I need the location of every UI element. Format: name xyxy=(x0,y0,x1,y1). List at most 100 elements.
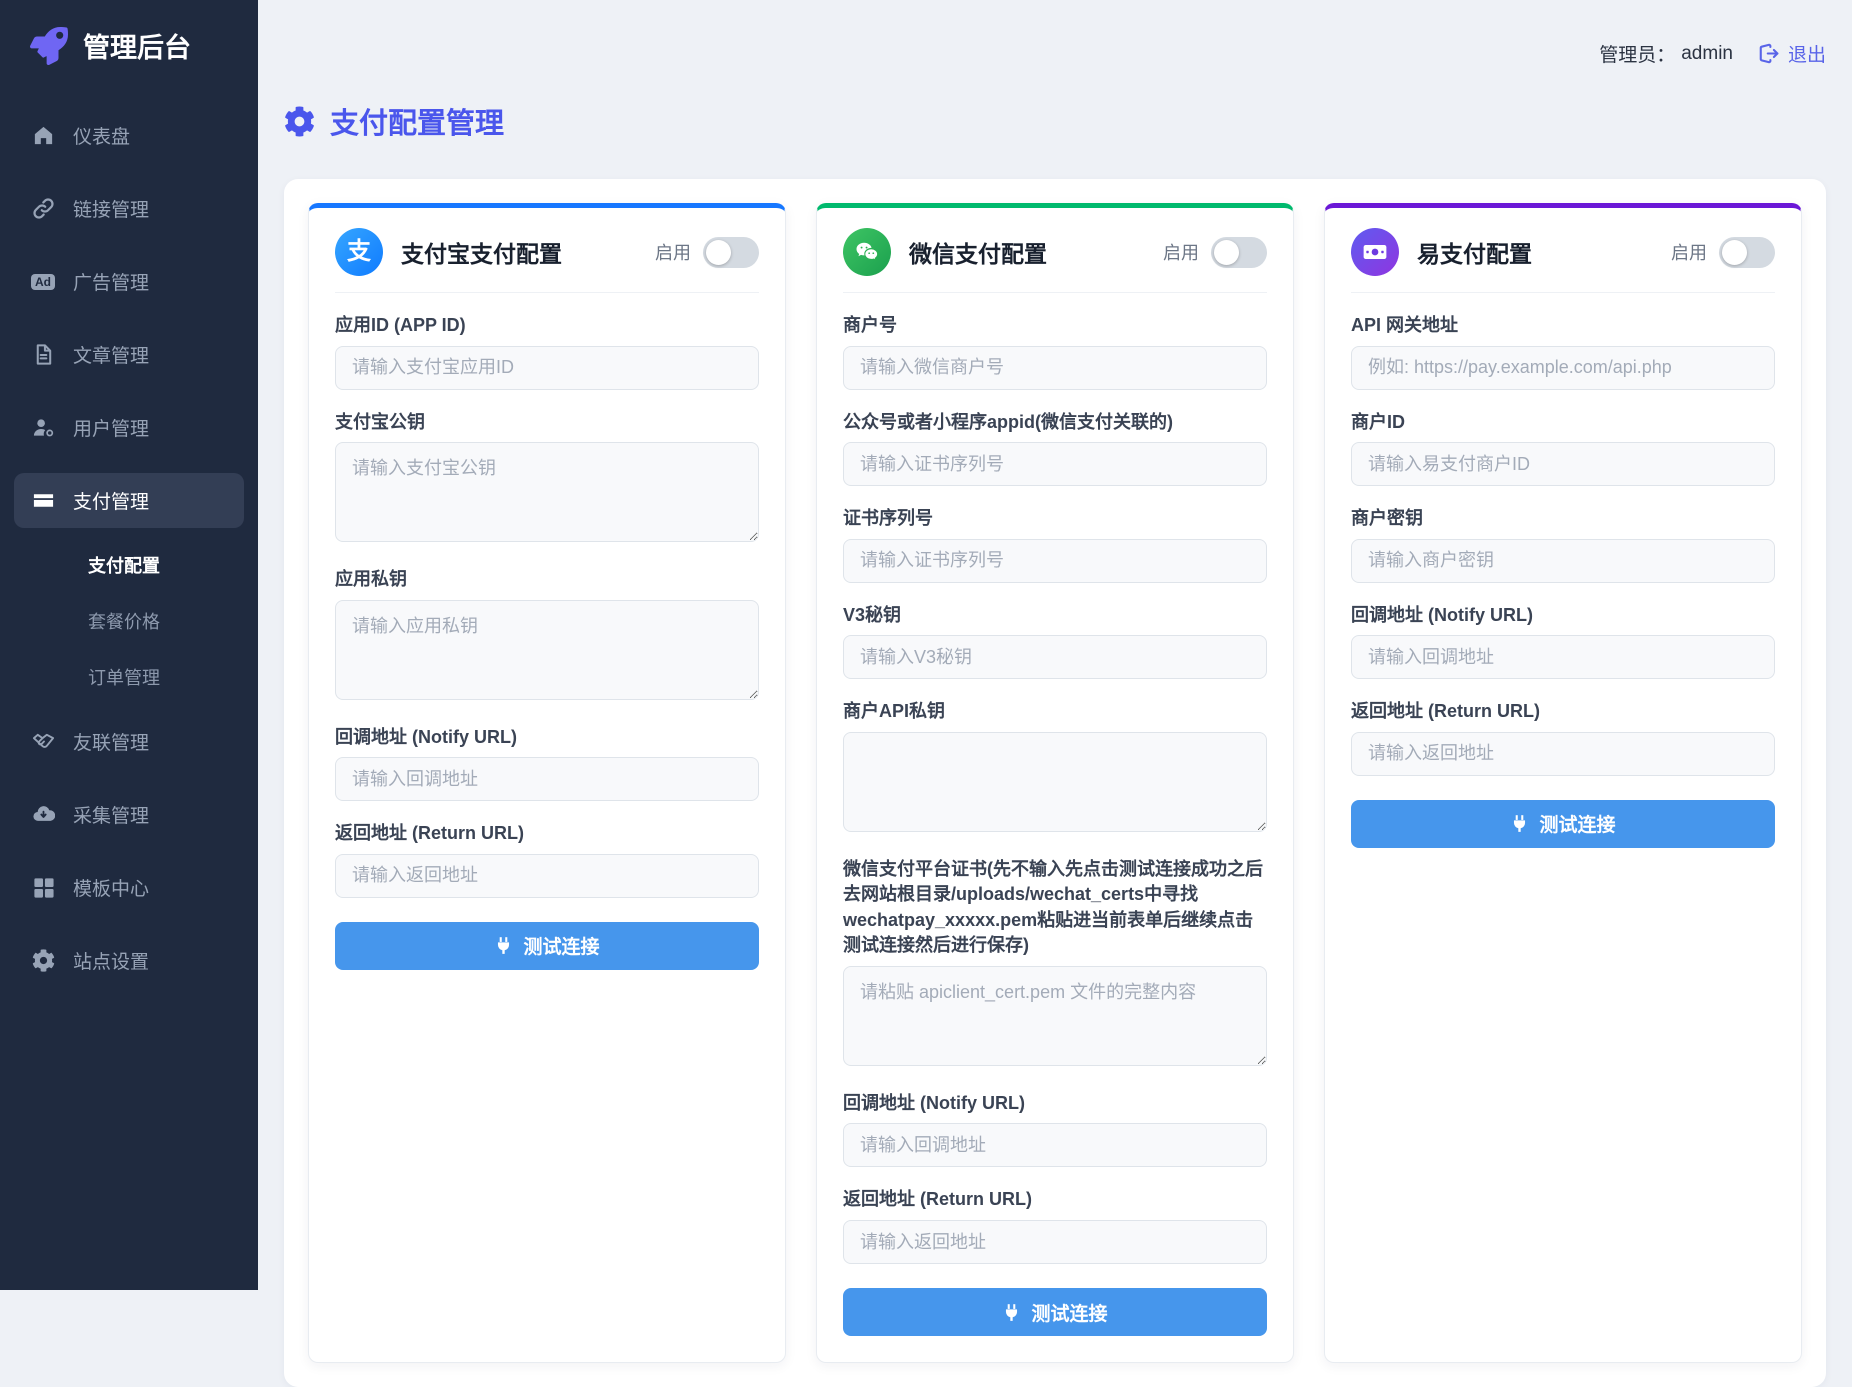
field-label: 返回地址 (Return URL) xyxy=(335,821,759,847)
sidebar-item-4[interactable]: 用户管理 xyxy=(14,400,244,455)
money-bill-icon xyxy=(1351,228,1399,276)
field-epay-0: API 网关地址 xyxy=(1351,313,1775,390)
card-alipay: 支支付宝支付配置启用应用ID (APP ID)支付宝公钥应用私钥回调地址 (No… xyxy=(308,203,786,1363)
card-header-epay: 易支付配置启用 xyxy=(1351,228,1775,293)
sidebar-item-label: 站点设置 xyxy=(73,947,149,974)
field-label: 支付宝公钥 xyxy=(335,410,759,436)
sidebar-item-2[interactable]: Ad 广告管理 xyxy=(14,254,244,309)
field-label: 公众号或者小程序appid(微信支付关联的) xyxy=(843,410,1267,436)
enable-toggle-alipay[interactable] xyxy=(703,237,759,268)
field-alipay-2: 应用私钥 xyxy=(335,567,759,705)
article-icon xyxy=(30,343,56,366)
sidebar-item-label: 支付管理 xyxy=(73,487,149,514)
sidebar-item-3[interactable]: 文章管理 xyxy=(14,327,244,382)
test-connection-label: 测试连接 xyxy=(523,932,599,959)
card-epay: 易支付配置启用API 网关地址商户ID商户密钥回调地址 (Notify URL)… xyxy=(1324,203,1802,1363)
alipay-field-input-1[interactable] xyxy=(335,442,759,542)
epay-field-input-4[interactable] xyxy=(1351,732,1775,776)
wechat-field-input-6[interactable] xyxy=(843,1123,1267,1167)
field-label: 返回地址 (Return URL) xyxy=(843,1187,1267,1213)
enable-label: 启用 xyxy=(1671,239,1707,265)
sidebar-item-label: 友联管理 xyxy=(73,728,149,755)
sidebar-subitem-8[interactable]: 订单管理 xyxy=(14,650,244,704)
test-connection-button-alipay[interactable]: 测试连接 xyxy=(335,922,759,970)
alipay-field-input-3[interactable] xyxy=(335,757,759,801)
sidebar-item-5[interactable]: 支付管理 xyxy=(14,473,244,528)
alipay-field-input-4[interactable] xyxy=(335,854,759,898)
config-panel: 支支付宝支付配置启用应用ID (APP ID)支付宝公钥应用私钥回调地址 (No… xyxy=(284,179,1826,1387)
epay-field-input-1[interactable] xyxy=(1351,442,1775,486)
enable-toggle-wechat[interactable] xyxy=(1211,237,1267,268)
page-title: 支付配置管理 xyxy=(284,100,1826,142)
sidebar-item-1[interactable]: 链接管理 xyxy=(14,181,244,236)
field-wechat-6: 回调地址 (Notify URL) xyxy=(843,1091,1267,1168)
field-label: 商户ID xyxy=(1351,410,1775,436)
admin-info: 管理员： admin xyxy=(1599,40,1733,67)
enable-label: 启用 xyxy=(655,239,691,265)
app-logo: 管理后台 xyxy=(0,0,258,99)
toggle-knob xyxy=(1722,240,1747,265)
field-wechat-1: 公众号或者小程序appid(微信支付关联的) xyxy=(843,410,1267,487)
test-connection-button-epay[interactable]: 测试连接 xyxy=(1351,800,1775,848)
field-alipay-4: 返回地址 (Return URL) xyxy=(335,821,759,898)
sidebar-item-0[interactable]: 仪表盘 xyxy=(14,108,244,163)
field-label: 返回地址 (Return URL) xyxy=(1351,699,1775,725)
epay-field-input-3[interactable] xyxy=(1351,635,1775,679)
wechat-field-input-2[interactable] xyxy=(843,539,1267,583)
sidebar-subitem-7[interactable]: 套餐价格 xyxy=(14,594,244,648)
sidebar-item-11[interactable]: 模板中心 xyxy=(14,860,244,915)
ad-icon: Ad xyxy=(30,274,56,290)
settings-icon xyxy=(30,949,56,972)
epay-field-input-0[interactable] xyxy=(1351,346,1775,390)
alipay-field-input-2[interactable] xyxy=(335,600,759,700)
field-wechat-0: 商户号 xyxy=(843,313,1267,390)
wechat-field-input-0[interactable] xyxy=(843,346,1267,390)
ad-icon: Ad xyxy=(31,274,55,290)
card-title-alipay: 支付宝支付配置 xyxy=(401,235,637,269)
sidebar-item-9[interactable]: 友联管理 xyxy=(14,714,244,769)
field-wechat-5: 微信支付平台证书(先不输入先点击测试连接成功之后去网站根目录/uploads/w… xyxy=(843,857,1267,1071)
enable-label: 启用 xyxy=(1163,239,1199,265)
field-alipay-0: 应用ID (APP ID) xyxy=(335,313,759,390)
field-alipay-1: 支付宝公钥 xyxy=(335,410,759,548)
card-header-alipay: 支支付宝支付配置启用 xyxy=(335,228,759,293)
sidebar-item-10[interactable]: 采集管理 xyxy=(14,787,244,842)
test-connection-label: 测试连接 xyxy=(1539,810,1615,837)
card-title-wechat: 微信支付配置 xyxy=(909,235,1145,269)
wechat-field-input-4[interactable] xyxy=(843,732,1267,832)
wechat-field-input-3[interactable] xyxy=(843,635,1267,679)
card-wechat: 微信支付配置启用商户号公众号或者小程序appid(微信支付关联的)证书序列号V3… xyxy=(816,203,1294,1363)
epay-field-input-2[interactable] xyxy=(1351,539,1775,583)
alipay-field-input-0[interactable] xyxy=(335,346,759,390)
field-wechat-2: 证书序列号 xyxy=(843,506,1267,583)
main-content: 管理员： admin 退出 支付配置管理 支支付宝支付配置启用应用ID (APP… xyxy=(258,0,1852,1290)
wechat-field-input-5[interactable] xyxy=(843,966,1267,1066)
field-wechat-7: 返回地址 (Return URL) xyxy=(843,1187,1267,1264)
sidebar-item-label: 广告管理 xyxy=(73,268,149,295)
topbar: 管理员： admin 退出 xyxy=(284,0,1826,67)
enable-toggle-epay[interactable] xyxy=(1719,237,1775,268)
toggle-knob xyxy=(1214,240,1239,265)
sidebar-subitem-6[interactable]: 支付配置 xyxy=(14,538,244,592)
wechat-field-input-1[interactable] xyxy=(843,442,1267,486)
field-label: 应用私钥 xyxy=(335,567,759,593)
card-header-wechat: 微信支付配置启用 xyxy=(843,228,1267,293)
link-icon xyxy=(30,197,56,220)
admin-label: 管理员： xyxy=(1599,40,1675,67)
field-label: 商户API私钥 xyxy=(843,699,1267,725)
sign-out-icon xyxy=(1759,43,1780,64)
sidebar-item-label: 文章管理 xyxy=(73,341,149,368)
logout-link[interactable]: 退出 xyxy=(1759,40,1826,67)
gear-icon xyxy=(284,106,315,137)
sidebar-item-label: 用户管理 xyxy=(73,414,149,441)
test-connection-button-wechat[interactable]: 测试连接 xyxy=(843,1288,1267,1336)
enable-control: 启用 xyxy=(1671,237,1775,268)
admin-name: admin xyxy=(1681,43,1733,65)
field-label: 商户密钥 xyxy=(1351,506,1775,532)
field-wechat-4: 商户API私钥 xyxy=(843,699,1267,837)
alipay-icon: 支 xyxy=(335,228,383,276)
sidebar-item-label: 链接管理 xyxy=(73,195,149,222)
sidebar-item-12[interactable]: 站点设置 xyxy=(14,933,244,988)
wechat-field-input-7[interactable] xyxy=(843,1220,1267,1264)
enable-control: 启用 xyxy=(655,237,759,268)
